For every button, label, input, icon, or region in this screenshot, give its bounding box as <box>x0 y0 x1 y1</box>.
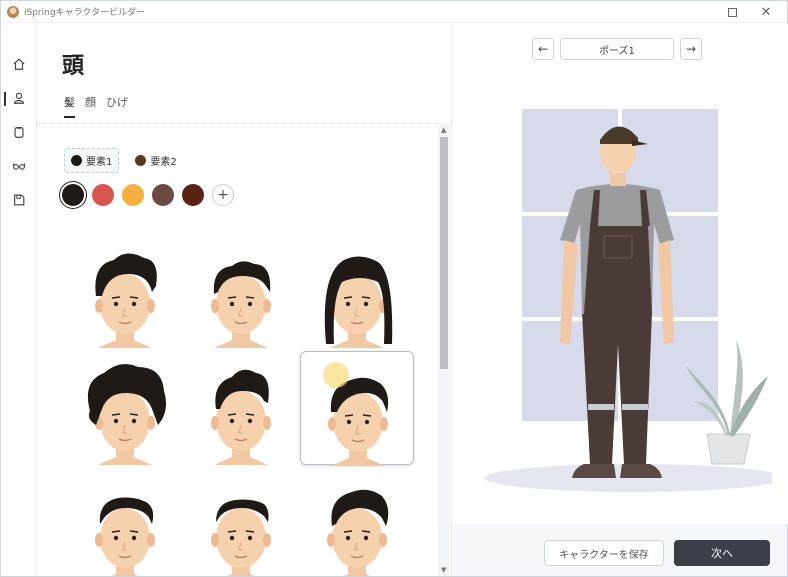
glasses-icon <box>12 163 26 170</box>
hairstyle-option[interactable] <box>68 468 182 576</box>
hairstyle-option[interactable] <box>300 468 414 576</box>
swatch-orange[interactable] <box>122 184 144 206</box>
user-icon <box>14 92 24 104</box>
preview-canvas: ← ポーズ1 → <box>452 24 788 524</box>
left-nav-rail <box>1 24 37 576</box>
close-icon: ✕ <box>760 4 772 20</box>
window-title: iSpringキャラクタービルダー <box>24 8 146 18</box>
hover-cursor-icon <box>323 362 349 388</box>
rail-save-button[interactable] <box>1 186 37 214</box>
hairstyle-option[interactable] <box>300 351 414 466</box>
rail-head-button[interactable] <box>1 84 37 112</box>
prev-pose-button[interactable]: ← <box>532 38 554 60</box>
active-indicator <box>4 92 6 106</box>
hairstyle-option[interactable] <box>184 468 298 576</box>
scrollbar[interactable]: ▲ ▼ <box>438 123 450 576</box>
save-character-button[interactable]: キャラクターを保存 <box>544 540 664 566</box>
maximize-icon <box>727 7 737 17</box>
hairstyle-option[interactable] <box>300 234 414 348</box>
hairstyle-preview <box>211 499 271 576</box>
color-swatches: + <box>62 184 234 206</box>
app-logo-icon <box>7 5 19 18</box>
element-2-button[interactable]: 要素2 <box>129 148 182 173</box>
arrow-right-icon: → <box>685 42 697 56</box>
next-pose-button[interactable]: → <box>680 38 702 60</box>
hairstyle-preview <box>95 253 157 348</box>
save-icon <box>14 194 25 206</box>
category-tabs: 髪 顔 ひげ <box>64 94 128 118</box>
add-color-button[interactable]: + <box>212 184 234 206</box>
scroll-down-icon[interactable]: ▼ <box>441 566 446 574</box>
home-icon <box>13 58 25 70</box>
hairstyle-preview <box>87 364 166 465</box>
page-title: 頭 <box>62 54 85 79</box>
element-1-label: 要素1 <box>86 157 113 168</box>
close-button[interactable]: ✕ <box>757 3 775 21</box>
app-window: iSpringキャラクタービルダー ✕ 頭 髪 顔 ひげ 要素1 要素2 + ▲… <box>0 0 788 577</box>
tab-divider <box>38 123 438 124</box>
hairstyle-preview <box>324 256 393 348</box>
shirt-icon <box>14 127 24 138</box>
rail-home-button[interactable] <box>1 50 37 78</box>
maximize-button[interactable] <box>723 3 741 21</box>
element-selector: 要素1 要素2 <box>64 148 183 173</box>
hairstyle-option[interactable] <box>184 234 298 348</box>
next-button[interactable]: 次へ <box>674 540 770 566</box>
pose-navigator: ← ポーズ1 → <box>532 38 702 60</box>
tab-hair[interactable]: 髪 <box>64 94 75 118</box>
element-1-color-dot <box>71 155 82 166</box>
tab-face[interactable]: 顔 <box>85 94 96 118</box>
element-1-button[interactable]: 要素1 <box>64 148 120 173</box>
element-2-label: 要素2 <box>150 157 177 168</box>
hairstyle-preview <box>328 377 389 466</box>
swatch-dark-brown[interactable] <box>182 184 204 206</box>
character-preview <box>484 109 772 492</box>
element-2-color-dot <box>135 155 147 166</box>
hairstyle-option[interactable] <box>184 351 298 465</box>
rail-clothes-button[interactable] <box>1 118 37 146</box>
scroll-up-icon[interactable]: ▲ <box>441 126 446 134</box>
scroll-thumb[interactable] <box>440 137 448 369</box>
tab-beard[interactable]: ひげ <box>106 94 128 118</box>
footer-bar: キャラクターを保存 次へ <box>452 524 788 576</box>
title-bar: iSpringキャラクタービルダー ✕ <box>1 1 787 23</box>
swatch-black[interactable] <box>62 184 84 206</box>
hairstyle-option[interactable] <box>68 234 182 348</box>
hairstyle-preview <box>95 497 155 576</box>
swatch-red[interactable] <box>92 184 114 206</box>
pose-label: ポーズ1 <box>560 38 674 60</box>
arrow-left-icon: ← <box>537 42 549 56</box>
rail-accessories-button[interactable] <box>1 152 37 180</box>
editor-panel: 頭 髪 顔 ひげ 要素1 要素2 + ▲ ▼ <box>38 24 451 576</box>
hairstyle-option[interactable] <box>68 351 182 465</box>
hairstyle-preview <box>211 261 271 348</box>
hairstyle-preview <box>211 369 271 465</box>
swatch-mauve-brown[interactable] <box>152 184 174 206</box>
hairstyle-preview <box>327 489 389 576</box>
hairstyle-grid <box>68 234 428 576</box>
preview-panel: ← ポーズ1 → キャラクターを保存 次へ <box>451 24 788 576</box>
